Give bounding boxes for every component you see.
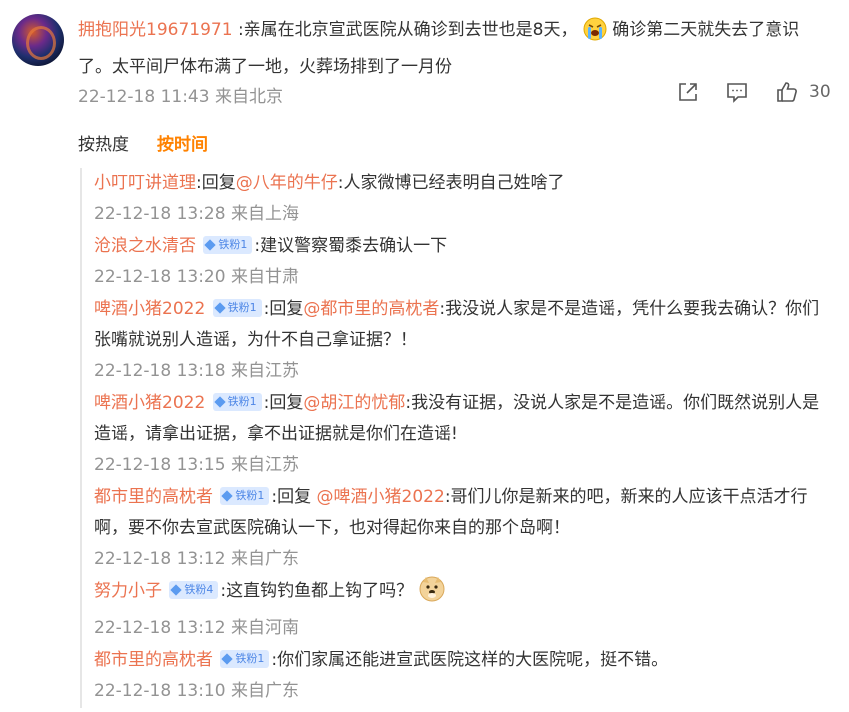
share-icon bbox=[679, 83, 697, 101]
reply-text: :这直钩钓鱼都上钩了吗？ bbox=[220, 581, 414, 601]
reply-username[interactable]: 沧浪之水清否 bbox=[94, 236, 196, 256]
reply-item: 都市里的高枕者 铁粉1:回复 @啤酒小猪2022:哥们儿你是新来的吧，新来的人应… bbox=[94, 482, 830, 544]
diamond-icon bbox=[204, 239, 217, 251]
reply-mention[interactable]: @啤酒小猪2022 bbox=[317, 487, 445, 507]
diamond-icon bbox=[214, 396, 226, 408]
reply-username[interactable]: 努力小子 bbox=[94, 581, 162, 601]
fan-badge[interactable]: 铁粉4 bbox=[169, 581, 219, 599]
diamond-icon bbox=[214, 302, 226, 314]
reply-meta: 22-12-18 13:15 来自江苏 bbox=[94, 455, 299, 475]
like-button[interactable]: 30 bbox=[775, 80, 831, 104]
fan-badge[interactable]: 铁粉1 bbox=[220, 487, 270, 505]
reply-prefix: :回复 bbox=[263, 299, 304, 319]
reply-mention[interactable]: @八年的牛仔 bbox=[236, 173, 338, 193]
diamond-icon bbox=[221, 490, 234, 502]
reply-item: 啤酒小猪2022 铁粉1:回复@都市里的高枕者:我没说人家是不是造谣，凭什么要我… bbox=[94, 294, 830, 356]
reply-item: 啤酒小猪2022 铁粉1:回复@胡江的忧郁:我没有证据，没说人家是不是造谣。你们… bbox=[94, 388, 830, 450]
comment-button[interactable] bbox=[725, 80, 749, 104]
comment-icon bbox=[727, 83, 747, 103]
reply-text: :你们家属还能进宣武医院这样的大医院呢，挺不错。 bbox=[271, 650, 669, 670]
fan-badge[interactable]: 铁粉1 bbox=[212, 299, 262, 317]
tab-hot[interactable]: 按热度 bbox=[78, 130, 129, 155]
fan-badge[interactable]: 铁粉1 bbox=[212, 393, 262, 411]
reply-item: 都市里的高枕者 铁粉1:你们家属还能进宣武医院这样的大医院呢，挺不错。 bbox=[94, 645, 830, 676]
diamond-icon bbox=[221, 653, 234, 665]
main-meta: 22-12-18 11:43 来自北京 bbox=[78, 87, 283, 107]
reply-item: 小叮叮讲道理:回复@八年的牛仔:人家微博已经表明自己姓啥了 bbox=[94, 168, 830, 199]
like-count: 30 bbox=[809, 82, 831, 102]
tab-time[interactable]: 按时间 bbox=[157, 130, 208, 155]
reply-prefix: :回复 bbox=[271, 487, 317, 507]
fan-badge[interactable]: 铁粉1 bbox=[220, 650, 270, 668]
reply-mention[interactable]: @都市里的高枕者 bbox=[303, 299, 439, 319]
reply-list: 小叮叮讲道理:回复@八年的牛仔:人家微博已经表明自己姓啥了 22-12-18 1… bbox=[80, 168, 830, 708]
reply-prefix: :回复 bbox=[196, 173, 236, 193]
reply-text: :建议警察蜀黍去确认一下 bbox=[254, 236, 448, 256]
reply-item: 努力小子 铁粉4:这直钩钓鱼都上钩了吗？ bbox=[94, 576, 830, 613]
comment-actions: 30 bbox=[676, 80, 831, 104]
doge-emoji-icon bbox=[419, 576, 445, 613]
reply-username[interactable]: 啤酒小猪2022 bbox=[94, 299, 205, 319]
fan-badge[interactable]: 铁粉1 bbox=[203, 236, 253, 254]
reply-prefix: :回复 bbox=[263, 393, 304, 413]
reply-meta: 22-12-18 13:28 来自上海 bbox=[94, 204, 299, 224]
reply-text: :人家微博已经表明自己姓啥了 bbox=[337, 173, 565, 193]
reply-meta: 22-12-18 13:12 来自广东 bbox=[94, 549, 299, 569]
share-button[interactable] bbox=[676, 80, 700, 104]
reply-meta: 22-12-18 13:12 来自河南 bbox=[94, 618, 299, 638]
diamond-icon bbox=[170, 584, 183, 596]
avatar[interactable] bbox=[12, 14, 64, 66]
reply-item: 沧浪之水清否 铁粉1:建议警察蜀黍去确认一下 bbox=[94, 231, 830, 262]
reply-meta: 22-12-18 13:20 来自甘肃 bbox=[94, 267, 299, 287]
reply-username[interactable]: 都市里的高枕者 bbox=[94, 650, 213, 670]
reply-mention[interactable]: @胡江的忧郁 bbox=[303, 393, 405, 413]
crying-face-emoji-icon bbox=[583, 17, 607, 52]
main-username[interactable]: 拥抱阳光19671971 bbox=[78, 20, 233, 40]
reply-meta: 22-12-18 13:18 来自江苏 bbox=[94, 361, 299, 381]
reply-meta: 22-12-18 13:10 来自广东 bbox=[94, 681, 299, 701]
reply-username[interactable]: 啤酒小猪2022 bbox=[94, 393, 205, 413]
main-text-a: :亲属在北京宣武医院从确诊到去世也是8天， bbox=[237, 20, 578, 40]
main-comment: 拥抱阳光19671971 :亲属在北京宣武医院从确诊到去世也是8天， 确诊第二天… bbox=[78, 15, 828, 83]
reply-username[interactable]: 都市里的高枕者 bbox=[94, 487, 213, 507]
thumbs-up-icon bbox=[777, 82, 797, 102]
reply-username[interactable]: 小叮叮讲道理 bbox=[94, 173, 196, 193]
sort-tabs: 按热度 按时间 bbox=[78, 130, 236, 155]
